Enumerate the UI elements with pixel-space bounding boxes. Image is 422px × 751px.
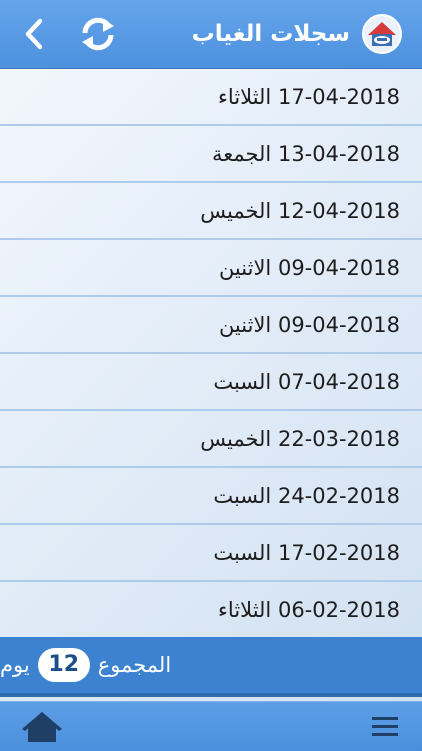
record-text: 07-04-2018 السبت [213, 370, 400, 394]
school-logo-icon [362, 14, 402, 54]
record-day: الاثنين [218, 312, 272, 337]
refresh-icon [82, 17, 114, 51]
record-text: 17-02-2018 السبت [213, 541, 400, 565]
record-day: الجمعة [211, 141, 272, 166]
record-row[interactable]: 22-03-2018 الخميس [0, 411, 422, 468]
menu-button[interactable] [370, 712, 400, 742]
record-date: 07-04-2018 [277, 369, 400, 394]
record-date: 06-02-2018 [277, 597, 400, 622]
record-day: الثلاثاء [218, 597, 272, 622]
total-count-badge: 12 [37, 648, 90, 682]
home-icon [22, 712, 62, 742]
record-text: 13-04-2018 الجمعة [212, 142, 400, 166]
home-button[interactable] [20, 708, 64, 746]
record-row[interactable]: 13-04-2018 الجمعة [0, 126, 422, 183]
record-text: 06-02-2018 الثلاثاء [218, 598, 400, 622]
record-day: السبت [213, 540, 272, 565]
record-text: 17-04-2018 الثلاثاء [218, 85, 400, 109]
refresh-button[interactable] [78, 14, 118, 54]
record-day: الثلاثاء [218, 84, 272, 109]
record-text: 22-03-2018 الخميس [200, 427, 400, 451]
record-text: 12-04-2018 الخميس [200, 199, 400, 223]
record-day: الاثنين [218, 255, 272, 280]
record-day: السبت [213, 369, 272, 394]
record-date: 09-04-2018 [277, 255, 400, 280]
record-row[interactable]: 06-02-2018 الثلاثاء [0, 582, 422, 639]
record-day: الخميس [200, 198, 272, 223]
record-date: 13-04-2018 [277, 141, 400, 166]
record-row[interactable]: 09-04-2018 الاثنين [0, 297, 422, 354]
record-row[interactable]: 09-04-2018 الاثنين [0, 240, 422, 297]
total-bar: المجموع 12 يوم [0, 637, 422, 697]
record-date: 09-04-2018 [277, 312, 400, 337]
back-button[interactable] [18, 14, 50, 54]
record-row[interactable]: 24-02-2018 السبت [0, 468, 422, 525]
bottom-bar [0, 701, 422, 751]
total-unit: يوم [0, 653, 30, 677]
record-day: الخميس [200, 426, 272, 451]
total-label: المجموع [97, 653, 172, 677]
absence-records-list: 17-04-2018 الثلاثاء 13-04-2018 الجمعة 12… [0, 69, 422, 639]
record-date: 12-04-2018 [277, 198, 400, 223]
record-row[interactable]: 07-04-2018 السبت [0, 354, 422, 411]
record-row[interactable]: 17-04-2018 الثلاثاء [0, 69, 422, 126]
record-date: 22-03-2018 [277, 426, 400, 451]
record-row[interactable]: 12-04-2018 الخميس [0, 183, 422, 240]
menu-icon [372, 717, 398, 736]
record-text: 09-04-2018 الاثنين [219, 256, 400, 280]
record-row[interactable]: 17-02-2018 السبت [0, 525, 422, 582]
header-bar: سجلات الغياب [0, 0, 422, 69]
record-date: 17-02-2018 [277, 540, 400, 565]
record-date: 24-02-2018 [277, 483, 400, 508]
page-title: سجلات الغياب [191, 21, 350, 47]
record-text: 24-02-2018 السبت [213, 484, 400, 508]
record-text: 09-04-2018 الاثنين [219, 313, 400, 337]
record-day: السبت [213, 483, 272, 508]
chevron-left-icon [25, 18, 43, 50]
record-date: 17-04-2018 [277, 84, 400, 109]
